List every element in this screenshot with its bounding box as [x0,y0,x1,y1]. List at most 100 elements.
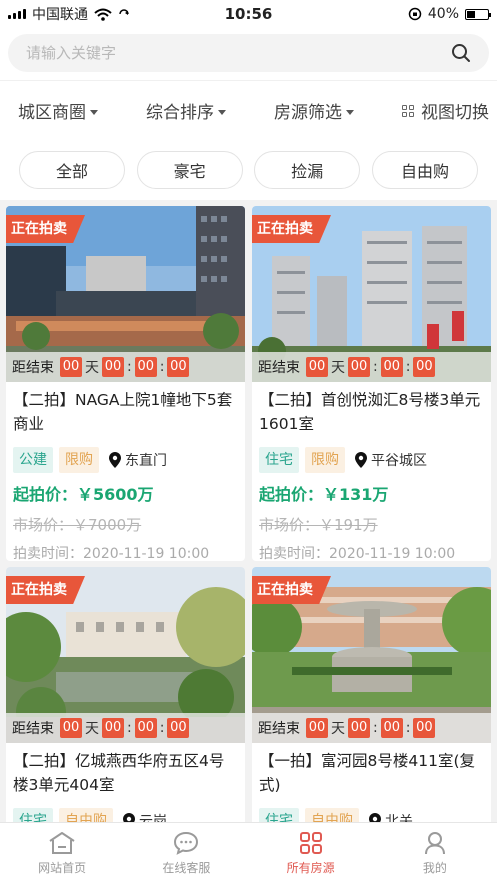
tab-customer-service[interactable]: 在线客服 [124,823,248,883]
listing-title[interactable]: 【一拍】富河园8号楼411室(复式) [259,749,484,797]
auction-time: 拍卖时间：2020-11-19 10:00 [13,546,210,561]
listing-title[interactable]: 【二拍】NAGA上院1幢地下5套商业 [13,388,238,436]
countdown-colon: : [373,359,378,375]
listing-grid: 正在拍卖 距结束 00 天 00 : 00 : 00 【二拍】NAGA上院1幢地… [6,206,492,883]
tab-label: 所有房源 [286,860,335,875]
category-chips: 全部 豪宅 捡漏 自由购 [0,140,497,200]
countdown-day-unit: 天 [85,360,99,376]
countdown-colon: : [127,359,132,375]
countdown-days: 00 [306,357,328,377]
chip-bargain[interactable]: 捡漏 [254,151,361,189]
auction-status-tag: 正在拍卖 [252,576,331,604]
battery-fill [467,10,475,18]
location-label: 平谷城区 [371,453,427,469]
start-price: 起拍价：￥5600万 [13,485,154,504]
countdown-label: 距结束 [12,721,54,737]
listing-title[interactable]: 【二拍】亿城燕西华府五区4号楼3单元404室 [13,749,238,797]
countdown-bar: 距结束 00 天 00 : 00 : 00 [252,352,491,382]
countdown-day-unit: 天 [331,360,345,376]
listing-photo[interactable]: 正在拍卖 距结束 00 天 00 : 00 : 00 [252,567,491,743]
listing-body: 【二拍】首创悦洳汇8号楼3单元1601室 住宅 限购 平谷城区 起拍价：￥131… [252,382,491,561]
countdown-seconds: 00 [413,718,436,738]
tab-home[interactable]: 网站首页 [0,823,124,883]
countdown-days: 00 [306,718,328,738]
filter-label: 房源筛选 [274,103,342,123]
countdown-bar: 距结束 00 天 00 : 00 : 00 [252,713,491,743]
countdown-bar: 距结束 00 天 00 : 00 : 00 [6,352,245,382]
countdown-hours: 00 [348,718,370,738]
countdown-day-unit: 天 [85,721,99,737]
listing-photo[interactable]: 正在拍卖 距结束 00 天 00 : 00 : 00 [252,206,491,382]
purchase-limit-tag: 限购 [305,447,345,473]
status-bar: 中国联通 10:56 40% [0,0,497,28]
tab-label: 我的 [422,860,447,875]
view-toggle[interactable]: 视图切换 [402,98,489,123]
tab-profile[interactable]: 我的 [373,823,497,883]
home-icon [49,831,75,854]
chat-icon [174,831,199,855]
wifi-icon [94,8,112,21]
countdown-minutes: 00 [380,357,403,377]
auction-status-tag: 正在拍卖 [6,576,85,604]
countdown-label: 距结束 [258,721,300,737]
search-bar [0,28,497,80]
listing-photo[interactable]: 正在拍卖 距结束 00 天 00 : 00 : 00 [6,567,245,743]
listing-location: 东直门 [109,450,167,470]
caret-down-icon [218,109,226,115]
grid-icon [299,831,322,854]
countdown-colon: : [159,359,165,375]
chip-luxury[interactable]: 豪宅 [136,151,243,189]
countdown-colon: : [127,720,132,736]
battery-icon [465,8,491,20]
search-box[interactable] [8,34,489,72]
tab-label: 网站首页 [38,860,87,875]
filter-bar: 城区商圈 综合排序 房源筛选 视图切换 [0,80,497,140]
caret-down-icon [90,109,98,115]
start-price: 起拍价：￥131万 [259,485,389,504]
countdown-seconds: 00 [413,357,436,377]
countdown-days: 00 [60,357,82,377]
filter-label: 城区商圈 [18,103,86,123]
bottom-tab-bar: 网站首页 在线客服 所有房源 我的 [0,822,497,883]
filter-listing[interactable]: 房源筛选 [274,98,354,123]
listing-tags: 公建 限购 东直门 [13,446,238,474]
listing-card[interactable]: 正在拍卖 距结束 00 天 00 : 00 : 00 【二拍】NAGA上院1幢地… [6,206,245,561]
location-pin-icon [109,452,121,468]
listing-tags: 住宅 限购 平谷城区 [259,446,484,474]
countdown-colon: : [405,720,411,736]
countdown-colon: : [405,359,411,375]
property-type-tag: 住宅 [259,447,299,473]
countdown-bar: 距结束 00 天 00 : 00 : 00 [6,713,245,743]
listing-title[interactable]: 【二拍】首创悦洳汇8号楼3单元1601室 [259,388,484,436]
status-time: 10:56 [224,5,273,23]
countdown-day-unit: 天 [331,721,345,737]
filter-district[interactable]: 城区商圈 [18,98,98,123]
orientation-lock-icon [408,7,422,21]
purchase-limit-tag: 限购 [59,447,99,473]
countdown-hours: 00 [102,718,124,738]
market-price: 市场价：￥191万 [259,516,378,534]
auction-status-tag: 正在拍卖 [6,215,85,243]
property-type-tag: 公建 [13,447,53,473]
countdown-colon: : [373,720,378,736]
auction-status-tag: 正在拍卖 [252,215,331,243]
view-grid-icon [402,104,414,117]
listing-photo[interactable]: 正在拍卖 距结束 00 天 00 : 00 : 00 [6,206,245,382]
search-icon[interactable] [451,43,471,63]
filter-label: 视图切换 [421,103,489,123]
countdown-seconds: 00 [167,357,190,377]
location-pin-icon [355,452,367,468]
countdown-hours: 00 [102,357,124,377]
filter-sort[interactable]: 综合排序 [146,98,226,123]
sync-icon [119,9,129,15]
chip-all[interactable]: 全部 [19,151,125,189]
tab-all-listings[interactable]: 所有房源 [249,823,373,883]
status-right: 40% [408,6,491,22]
countdown-minutes: 00 [380,718,403,738]
search-input[interactable] [26,44,406,62]
chip-free-purchase[interactable]: 自由购 [371,151,478,189]
countdown-minutes: 00 [134,718,157,738]
listing-card[interactable]: 正在拍卖 距结束 00 天 00 : 00 : 00 【二拍】首创悦洳汇8号楼3… [252,206,491,561]
countdown-label: 距结束 [12,360,54,376]
listing-body: 【二拍】NAGA上院1幢地下5套商业 公建 限购 东直门 起拍价：￥5600万 … [6,382,245,561]
